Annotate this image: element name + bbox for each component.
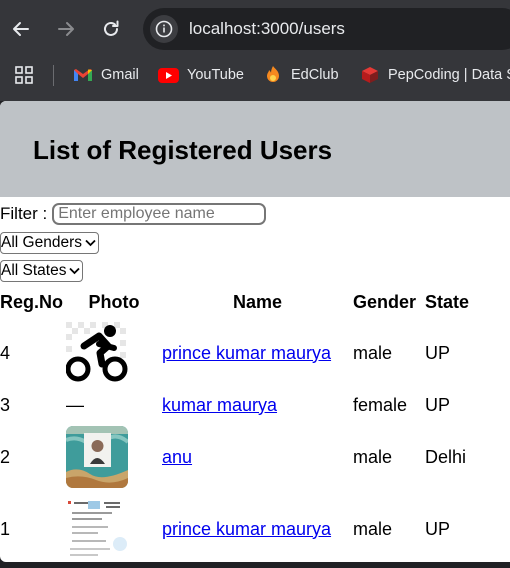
reg-no-cell: 4	[0, 342, 11, 363]
employee-name-filter-input[interactable]	[52, 203, 267, 225]
user-name-link[interactable]: prince kumar maurya	[162, 519, 331, 539]
header-state: State	[425, 291, 470, 312]
table-row: 1 prince kumar maurya male UP	[0, 493, 495, 562]
table-row: 3 — kumar maurya female UP	[0, 389, 495, 421]
photo-cell: —	[66, 389, 162, 421]
photo-cell	[66, 421, 162, 493]
user-name-link[interactable]: anu	[162, 447, 192, 467]
name-cell: prince kumar maurya	[162, 317, 353, 389]
arrow-left-icon	[13, 22, 29, 36]
gender-cell: female	[353, 394, 408, 415]
table-row: 2 anu male Delhi	[0, 421, 495, 493]
state-cell: UP	[425, 518, 451, 539]
gmail-icon	[74, 69, 92, 81]
back-button[interactable]	[4, 12, 38, 46]
filter-row: Filter :	[0, 202, 267, 226]
header-photo: Photo	[88, 291, 140, 312]
gender-select-value: All Genders	[1, 234, 82, 251]
gender-cell: male	[353, 518, 393, 539]
youtube-icon	[158, 67, 179, 83]
table-header-row: Reg.No Photo Name Gender State	[0, 287, 495, 317]
reg-no-cell: 1	[0, 518, 11, 539]
pepcoding-icon	[362, 67, 378, 83]
no-photo-placeholder: —	[66, 394, 84, 415]
photo-cell	[66, 493, 162, 562]
table-row: 4 prince kumar maurya male UP	[0, 317, 495, 389]
reg-no-cell: 2	[0, 446, 11, 467]
chevron-down-icon	[85, 239, 96, 247]
state-select[interactable]: All States	[0, 260, 84, 282]
site-info-button[interactable]	[150, 15, 178, 43]
header-name: Name	[232, 291, 283, 312]
reload-icon	[104, 20, 119, 36]
bookmark-gmail[interactable]: Gmail	[73, 61, 139, 89]
address-bar[interactable]: localhost:3000/users	[143, 8, 510, 50]
cyclist-icon	[66, 322, 128, 384]
gender-cell: male	[353, 342, 393, 363]
info-icon	[155, 20, 173, 38]
bookmarks-bar: Gmail YouTube EdClub PepCoding | Data S	[0, 58, 510, 92]
name-cell: kumar maurya	[162, 389, 353, 421]
user-name-link[interactable]: prince kumar maurya	[162, 343, 331, 363]
page-title: List of Registered Users	[33, 135, 333, 165]
portrait-photo	[66, 426, 128, 488]
bookmark-label: PepCoding | Data S	[388, 67, 510, 83]
forward-button[interactable]	[49, 12, 83, 46]
header-gender: Gender	[353, 291, 417, 312]
header-reg-no: Reg.No	[0, 291, 63, 312]
page-viewport: List of Registered Users Filter : All Ge…	[0, 101, 510, 562]
state-select-value: All States	[1, 262, 67, 279]
edclub-icon	[267, 66, 279, 82]
url-text: localhost:3000/users	[189, 19, 345, 38]
gender-cell: male	[353, 446, 393, 467]
user-name-link[interactable]: kumar maurya	[162, 395, 277, 415]
bookmark-label: Gmail	[101, 67, 139, 83]
apps-grid-icon[interactable]	[15, 66, 33, 84]
state-cell: Delhi	[425, 446, 467, 467]
browser-toolbar: localhost:3000/users Gmail YouTube EdClu…	[0, 0, 510, 101]
chevron-down-icon	[69, 267, 81, 275]
users-table: Reg.No Photo Name Gender State 4 prince …	[0, 287, 495, 562]
photo-cell	[66, 317, 162, 389]
reload-button[interactable]	[94, 12, 128, 46]
name-cell: prince kumar maurya	[162, 493, 353, 562]
state-cell: UP	[425, 342, 451, 363]
bookmark-edclub[interactable]: EdClub	[263, 61, 339, 89]
page-header: List of Registered Users	[0, 101, 510, 197]
bookmark-label: YouTube	[187, 67, 244, 83]
document-photo	[66, 498, 128, 560]
state-cell: UP	[425, 394, 451, 415]
bookmark-label: EdClub	[291, 67, 339, 83]
bookmark-pepcoding[interactable]: PepCoding | Data S	[360, 61, 510, 89]
reg-no-cell: 3	[0, 394, 11, 415]
bookmark-youtube[interactable]: YouTube	[158, 61, 244, 89]
bookmarks-separator	[53, 65, 54, 86]
gender-select[interactable]: All Genders	[0, 232, 99, 254]
arrow-right-icon	[58, 22, 74, 36]
filter-label: Filter :	[0, 204, 48, 223]
name-cell: anu	[162, 421, 353, 493]
